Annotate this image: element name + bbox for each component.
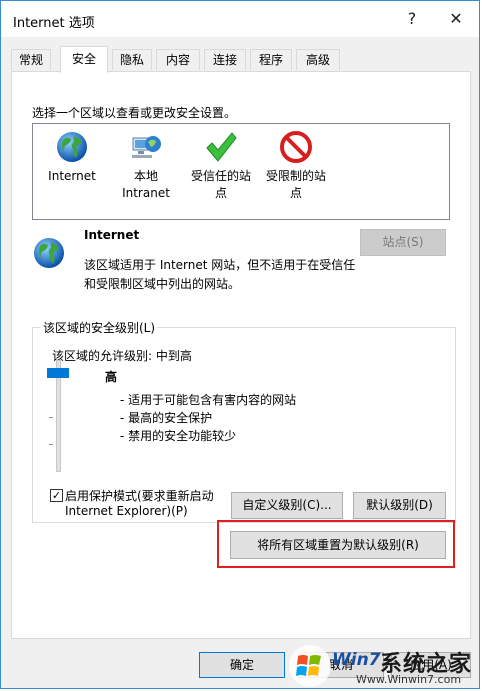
annotation-highlight xyxy=(217,520,455,568)
zone-list: Internet 本地 Intranet 受信任的站 点 受限制的站 点 xyxy=(32,123,450,220)
tab-general[interactable]: 常规 xyxy=(11,49,51,70)
level-bullet: - 禁用的安全功能较少 xyxy=(120,429,237,443)
selected-zone-name: Internet xyxy=(84,228,140,242)
trusted-check-icon xyxy=(206,132,237,162)
tab-programs[interactable]: 程序 xyxy=(250,49,292,70)
tab-security[interactable]: 安全 xyxy=(60,46,108,73)
zone-trusted-sites[interactable]: 受信任的站 点 xyxy=(185,130,257,202)
watermark-url: Www.Winwin7.com xyxy=(356,673,462,686)
tab-content[interactable]: 内容 xyxy=(156,49,200,70)
default-level-button[interactable]: 默认级别(D) xyxy=(353,492,446,519)
globe-icon xyxy=(57,132,87,162)
zone-internet-label: Internet xyxy=(48,169,96,183)
intranet-icon xyxy=(132,136,161,158)
protected-mode-label-line2: Internet Explorer)(P) xyxy=(65,504,188,518)
zone-restricted-sites[interactable]: 受限制的站 点 xyxy=(260,130,332,202)
tab-connections[interactable]: 连接 xyxy=(204,49,246,70)
window-title: Internet 选项 xyxy=(13,16,95,31)
level-bullet: - 适用于可能包含有害内容的网站 xyxy=(120,393,297,407)
windows-logo-icon xyxy=(289,645,331,687)
watermark-logo-text: Win7 xyxy=(332,650,381,670)
level-bullet: - 最高的安全保护 xyxy=(120,411,213,425)
zone-local-intranet[interactable]: 本地 Intranet xyxy=(110,130,182,202)
zone-restricted-label: 受限制的站 点 xyxy=(265,169,326,200)
ok-button[interactable]: 确定 xyxy=(199,652,285,678)
zone-description-line2: 和受限制区域中列出的网站。 xyxy=(84,277,241,291)
tab-privacy[interactable]: 隐私 xyxy=(112,49,152,70)
sites-button[interactable]: 站点(S) xyxy=(360,229,446,256)
security-level-name: 高 xyxy=(105,370,118,384)
help-button[interactable]: ? xyxy=(397,5,427,33)
tab-advanced[interactable]: 高级 xyxy=(296,49,340,70)
protected-mode-checkbox[interactable]: ✓ xyxy=(50,489,63,502)
security-slider-thumb[interactable] xyxy=(47,368,69,378)
zone-intro-text: 选择一个区域以查看或更改安全设置。 xyxy=(32,106,237,120)
slider-tick xyxy=(49,417,53,418)
zone-internet[interactable]: Internet xyxy=(36,130,108,185)
globe-icon xyxy=(34,238,64,268)
allowed-levels-text: 该区域的允许级别: 中到高 xyxy=(52,349,192,363)
protected-mode-label-line1: 启用保护模式(要求重新启动 xyxy=(65,489,214,503)
watermark: Win7 系统之家 Www.Winwin7.com xyxy=(288,642,482,691)
custom-level-button[interactable]: 自定义级别(C)... xyxy=(231,492,343,519)
zone-trusted-label: 受信任的站 点 xyxy=(190,169,251,200)
zone-intranet-label: 本地 Intranet xyxy=(122,169,170,200)
internet-options-window: Internet 选项 ? ✕ 常规 安全 隐私 内容 连接 程序 高级 选择一… xyxy=(0,0,480,689)
security-level-group-label: 该区域的安全级别(L) xyxy=(41,319,158,336)
close-button[interactable]: ✕ xyxy=(441,5,471,33)
title-bar[interactable]: Internet 选项 ? ✕ xyxy=(1,1,479,37)
zone-description-line1: 该区域适用于 Internet 网站，但不适用于在受信任 xyxy=(84,258,356,272)
restricted-icon xyxy=(280,131,312,163)
slider-tick xyxy=(49,444,53,445)
